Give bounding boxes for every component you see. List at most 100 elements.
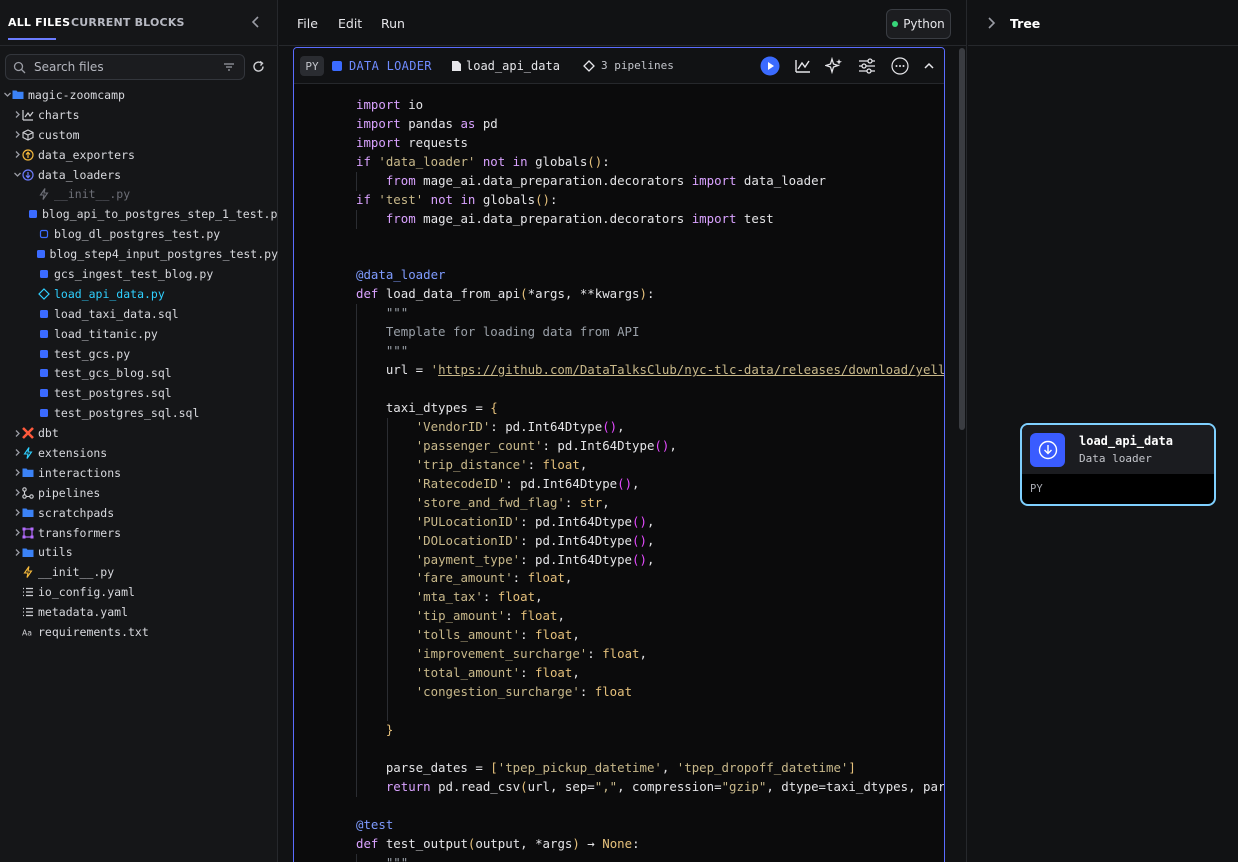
tree-file-row[interactable]: test_gcs_blog.sql xyxy=(0,363,278,383)
tree-file-row[interactable]: load_titanic.py xyxy=(0,324,278,344)
tree-folder-row[interactable]: scratchpads xyxy=(0,503,278,523)
filter-icon[interactable] xyxy=(223,61,235,73)
tree-folder-row[interactable]: extensions xyxy=(0,443,278,463)
collapse-block-button[interactable] xyxy=(919,56,939,76)
tab-current-blocks[interactable]: CURRENT BLOCKS xyxy=(71,16,185,29)
tree-file-row[interactable]: metadata.yaml xyxy=(0,602,278,622)
chevron-right-icon[interactable] xyxy=(12,548,22,557)
tree-node-icon-badge xyxy=(1030,433,1065,467)
tree-file-row[interactable]: test_postgres.sql xyxy=(0,383,278,403)
block-square-icon xyxy=(38,308,50,320)
tree-file-row[interactable]: __init__.py xyxy=(0,184,278,204)
chevron-right-icon[interactable] xyxy=(12,130,22,139)
block-name[interactable]: load_api_data xyxy=(466,59,560,73)
code-token: , dtype=taxi_dtypes, parse_dates=parse_d… xyxy=(766,778,945,794)
ai-generate-button[interactable] xyxy=(824,56,844,76)
code-token: 'tolls_amount' xyxy=(415,627,521,643)
code-token: : pd.Int64Dtype xyxy=(520,551,633,567)
chevron-right-icon[interactable] xyxy=(12,508,22,517)
list-icon xyxy=(22,586,34,598)
settings-button[interactable] xyxy=(857,56,877,76)
tree-folder-row[interactable]: utils xyxy=(0,542,278,562)
run-block-button[interactable] xyxy=(760,56,780,76)
chevron-right-icon[interactable] xyxy=(12,488,22,497)
chevron-right-icon[interactable] xyxy=(12,528,22,537)
code-token: globals xyxy=(475,191,536,207)
tree-folder-row[interactable]: interactions xyxy=(0,463,278,483)
code-token: : xyxy=(520,665,536,681)
kernel-status-dot xyxy=(892,21,899,27)
menu-edit[interactable]: Edit xyxy=(338,16,362,31)
tab-all-files[interactable]: ALL FILES xyxy=(8,16,70,40)
chevron-down-icon[interactable] xyxy=(2,90,12,99)
editor-scrollbar[interactable] xyxy=(959,48,965,430)
tree-folder-row[interactable]: data_loaders xyxy=(0,165,278,185)
code-line: 'improvement_surcharge': float, xyxy=(294,645,944,665)
tree-folder-row[interactable]: dbt xyxy=(0,423,278,443)
tree-file-row[interactable]: Aa requirements.txt xyxy=(0,622,278,642)
code-token: : xyxy=(505,608,521,624)
code-line: 'RatecodeID': pd.Int64Dtype(), xyxy=(294,474,944,494)
indent-guide xyxy=(356,417,357,437)
tree-file-row[interactable]: test_gcs.py xyxy=(0,344,278,364)
chevron-right-icon[interactable] xyxy=(12,110,22,119)
code-token: float xyxy=(594,684,633,700)
tree-node-load-api-data[interactable]: load_api_data Data loader PY xyxy=(1020,423,1216,506)
menu-run[interactable]: Run xyxy=(381,16,405,31)
code-token: ' xyxy=(430,362,439,378)
code-token: : xyxy=(550,191,558,207)
more-options-button[interactable] xyxy=(890,56,910,76)
tree-node-name: load_api_data xyxy=(1079,434,1173,448)
tree-file-row[interactable]: gcs_ingest_test_blog.py xyxy=(0,264,278,284)
tree-file-row[interactable]: blog_api_to_postgres_step_1_test.py xyxy=(0,204,278,224)
tree-folder-row[interactable]: magic-zoomcamp xyxy=(0,85,278,105)
tree-folder-row[interactable]: data_exporters xyxy=(0,145,278,165)
tree-file-row[interactable]: load_api_data.py xyxy=(0,284,278,304)
chevron-right-icon[interactable] xyxy=(985,16,997,30)
tree-folder-row[interactable]: transformers xyxy=(0,523,278,543)
chevron-down-icon[interactable] xyxy=(12,170,22,179)
tree-folder-row[interactable]: pipelines xyxy=(0,483,278,503)
chevron-right-icon[interactable] xyxy=(12,150,22,159)
pipeline-count[interactable]: 3 pipelines xyxy=(601,59,674,72)
tree-file-row[interactable]: __init__.py xyxy=(0,562,278,582)
code-token: url = xyxy=(356,362,431,378)
file-icon xyxy=(452,61,461,71)
tree-file-row[interactable]: load_taxi_data.sql xyxy=(0,304,278,324)
code-token: load_data_from_api xyxy=(378,286,521,302)
tree-item-label: data_exporters xyxy=(38,147,135,162)
menu-file[interactable]: File xyxy=(297,16,318,31)
code-token: : xyxy=(579,684,595,700)
tree-node-language: PY xyxy=(1030,483,1043,495)
tree-item-label: extensions xyxy=(38,445,108,460)
search-input[interactable] xyxy=(34,58,214,76)
code-editor[interactable]: import io import pandas as pd import reque… xyxy=(294,96,945,862)
code-token: , xyxy=(572,665,580,681)
tree-folder-row[interactable]: custom xyxy=(0,125,278,145)
code-token: requests xyxy=(400,134,468,150)
chevron-right-icon[interactable] xyxy=(12,429,22,438)
indent-guide xyxy=(356,739,357,759)
tree-folder-row[interactable]: charts xyxy=(0,105,278,125)
kernel-language-button[interactable]: Python xyxy=(886,9,951,39)
code-token: : pd.Int64Dtype xyxy=(490,418,603,434)
code-token: , xyxy=(617,418,625,434)
code-token: 'RatecodeID' xyxy=(415,475,506,491)
indent-guide xyxy=(356,758,357,778)
tree-file-row[interactable]: blog_step4_input_postgres_test.py xyxy=(0,244,278,264)
chart-button[interactable] xyxy=(793,56,813,76)
code-token: """ xyxy=(385,854,409,862)
code-block[interactable]: PY DATA LOADER load_api_data 3 pipelines xyxy=(293,47,945,862)
tree-file-row[interactable]: io_config.yaml xyxy=(0,582,278,602)
chevron-right-icon[interactable] xyxy=(12,448,22,457)
chevron-left-icon[interactable] xyxy=(248,14,264,30)
refresh-icon[interactable] xyxy=(251,59,266,74)
indent-guide xyxy=(387,436,388,456)
chevron-right-icon[interactable] xyxy=(12,468,22,477)
code-token: float xyxy=(542,456,580,472)
tree-file-row[interactable]: test_postgres_sql.sql xyxy=(0,403,278,423)
code-token: : xyxy=(646,286,655,302)
tree-file-row[interactable]: blog_dl_postgres_test.py xyxy=(0,224,278,244)
